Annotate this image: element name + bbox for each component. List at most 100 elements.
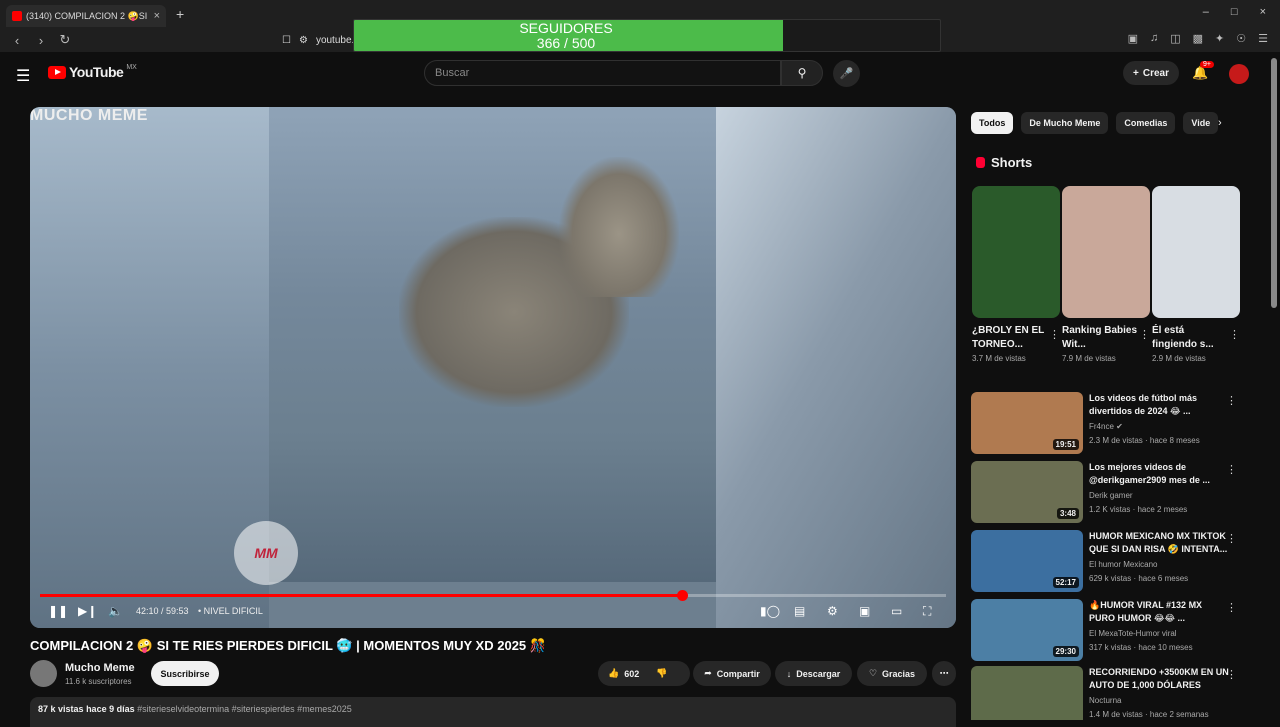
video-player[interactable]: MUCHO MEME MM ❚❚ ▶❙ 🔈 42:10 / 59:53 • NI… [30, 107, 956, 628]
channel-avatar[interactable] [30, 660, 57, 687]
rec-title[interactable]: Los mejores videos de @derikgamer2909 me… [1089, 461, 1229, 487]
chip-comedias[interactable]: Comedias [1116, 112, 1176, 134]
thanks-button[interactable]: ♡ Gracias [857, 661, 927, 686]
miniplayer-icon[interactable]: ▣ [859, 604, 870, 618]
rec-menu-icon[interactable]: ⋮ [1226, 601, 1237, 614]
youtube-logo[interactable]: YouTube MX [48, 64, 137, 80]
page-scrollbar[interactable] [1271, 58, 1277, 308]
pause-icon[interactable]: ❚❚ [48, 604, 68, 618]
browser-menu-icon[interactable]: ☰ [1258, 32, 1268, 45]
account-avatar[interactable] [1229, 64, 1249, 84]
microphone-icon: 🎤 [839, 68, 854, 80]
download-button[interactable]: ↓ Descargar [775, 661, 852, 686]
more-actions-button[interactable]: ⋯ [932, 661, 956, 686]
window-minimize-button[interactable]: – [1203, 6, 1209, 18]
new-tab-button[interactable]: + [176, 6, 184, 22]
sidebar-icon[interactable]: ◫ [1170, 32, 1180, 45]
video-frame [269, 107, 716, 582]
short-thumbnail[interactable] [1152, 186, 1240, 318]
dislike-icon[interactable]: 👎 [656, 668, 667, 679]
short-menu-icon[interactable]: ⋮ [1229, 328, 1240, 341]
description-box[interactable]: 87 k vistas hace 9 días #siterieselvideo… [30, 697, 956, 727]
window-close-button[interactable]: × [1260, 6, 1266, 18]
short-item[interactable]: Ranking Babies Wit... 7.9 M de vistas ⋮ [1062, 186, 1150, 363]
site-info-icon[interactable]: ⚙ [299, 35, 308, 46]
subtitles-icon[interactable]: ▤ [794, 604, 805, 618]
rec-thumbnail[interactable]: 29:30 [971, 599, 1083, 661]
rec-channel[interactable]: Derik gamer [1089, 491, 1133, 500]
channel-name[interactable]: Mucho Meme [65, 662, 135, 674]
reload-icon[interactable]: ↻ [58, 32, 72, 48]
shorts-header: Shorts [976, 155, 1032, 170]
back-icon[interactable]: ‹ [10, 33, 24, 48]
chip-videos[interactable]: Vide [1183, 112, 1219, 134]
like-icon[interactable]: 👍 [608, 668, 619, 679]
chip-todos[interactable]: Todos [971, 112, 1014, 134]
hamburger-menu-icon[interactable]: ☰ [16, 66, 30, 86]
rec-thumbnail[interactable]: 52:17 [971, 530, 1083, 592]
wallet-icon[interactable]: ▩ [1193, 32, 1203, 45]
recommended-video[interactable]: 29:30 🔥HUMOR VIRAL #132 MX PURO HUMOR 😂😂… [971, 599, 1241, 661]
screenshot-icon[interactable]: ▣ [1128, 32, 1138, 45]
download-icon: ↓ [786, 668, 792, 679]
theater-mode-icon[interactable]: ▭ [891, 604, 902, 618]
chip-de-mucho-meme[interactable]: De Mucho Meme [1021, 112, 1109, 134]
subscribe-button[interactable]: Suscribirse [151, 661, 219, 686]
short-title[interactable]: Ranking Babies Wit... [1062, 324, 1138, 352]
rec-thumbnail[interactable]: 19:51 [971, 392, 1083, 454]
rec-title[interactable]: RECORRIENDO +3500KM EN UN AUTO DE 1,000 … [1089, 666, 1229, 692]
short-item[interactable]: Él está fingiendo s... 2.9 M de vistas ⋮ [1152, 186, 1240, 363]
rec-thumbnail[interactable] [971, 666, 1083, 720]
share-button[interactable]: ➦ Compartir [693, 661, 771, 686]
rec-channel[interactable]: Fr4nce ✔ [1089, 422, 1123, 431]
rec-title[interactable]: 🔥HUMOR VIRAL #132 MX PURO HUMOR 😂😂 ... [1089, 599, 1229, 625]
forward-icon[interactable]: › [34, 33, 48, 48]
short-thumbnail[interactable] [1062, 186, 1150, 318]
short-title[interactable]: ¿BROLY EN EL TORNEO... [972, 324, 1048, 352]
rec-thumbnail[interactable]: 3:48 [971, 461, 1083, 523]
short-item[interactable]: ¿BROLY EN EL TORNEO... 3.7 M de vistas ⋮ [972, 186, 1060, 363]
recommended-video[interactable]: RECORRIENDO +3500KM EN UN AUTO DE 1,000 … [971, 666, 1241, 720]
rec-duration: 19:51 [1052, 439, 1079, 450]
autoplay-toggle-icon[interactable]: ▮◯ [760, 604, 780, 618]
notification-badge: 9+ [1200, 61, 1214, 68]
notifications-button[interactable]: 🔔 9+ [1192, 61, 1214, 81]
rec-title[interactable]: Los videos de fútbol más divertidos de 2… [1089, 392, 1229, 418]
search-button[interactable]: ⚲ [781, 60, 823, 86]
rec-menu-icon[interactable]: ⋮ [1226, 394, 1237, 407]
settings-gear-icon[interactable]: ⚙ [827, 604, 838, 618]
rec-channel[interactable]: Nocturna [1089, 696, 1121, 705]
volume-icon[interactable]: 🔈 [108, 604, 123, 618]
hashtags[interactable]: #siterieselvideotermina #siteriespierdes… [137, 704, 352, 714]
short-title[interactable]: Él está fingiendo s... [1152, 324, 1228, 352]
ai-icon[interactable]: ✦ [1215, 32, 1224, 45]
search-input[interactable]: Buscar [424, 60, 781, 86]
recommended-video[interactable]: 19:51 Los videos de fútbol más divertido… [971, 392, 1241, 454]
vpn-icon[interactable]: ☉ [1236, 32, 1246, 45]
rec-menu-icon[interactable]: ⋮ [1226, 532, 1237, 545]
rec-menu-icon[interactable]: ⋮ [1226, 668, 1237, 681]
browser-tab[interactable]: (3140) COMPILACION 2 🤪SI × [6, 5, 166, 27]
progress-bar[interactable] [40, 590, 946, 601]
short-thumbnail[interactable] [972, 186, 1060, 318]
rec-channel[interactable]: El humor Mexicano [1089, 560, 1157, 569]
voice-search-button[interactable]: 🎤 [833, 60, 860, 87]
rec-menu-icon[interactable]: ⋮ [1226, 463, 1237, 476]
recommended-video[interactable]: 52:17 HUMOR MEXICANO MX TIKTOK QUE SI DA… [971, 530, 1241, 592]
rec-title[interactable]: HUMOR MEXICANO MX TIKTOK QUE SI DAN RISA… [1089, 530, 1229, 556]
music-icon[interactable]: ♫ [1150, 32, 1158, 45]
window-maximize-button[interactable]: □ [1231, 6, 1238, 18]
short-menu-icon[interactable]: ⋮ [1139, 328, 1150, 341]
logo-text: YouTube [69, 64, 124, 80]
progress-scrubber[interactable] [677, 590, 689, 601]
short-menu-icon[interactable]: ⋮ [1049, 328, 1060, 341]
chips-next-chevron-icon[interactable]: › [1218, 117, 1222, 129]
bookmark-icon[interactable]: ☐ [282, 35, 291, 46]
chapter-label[interactable]: • NIVEL DIFICIL [198, 606, 263, 616]
recommended-video[interactable]: 3:48 Los mejores videos de @derikgamer29… [971, 461, 1241, 523]
rec-channel[interactable]: El MexaTote-Humor viral [1089, 629, 1177, 638]
tab-close-icon[interactable]: × [154, 10, 160, 22]
create-button[interactable]: + Crear [1123, 61, 1179, 85]
fullscreen-icon[interactable]: ⛶ [923, 604, 931, 619]
next-icon[interactable]: ▶❙ [78, 604, 97, 618]
